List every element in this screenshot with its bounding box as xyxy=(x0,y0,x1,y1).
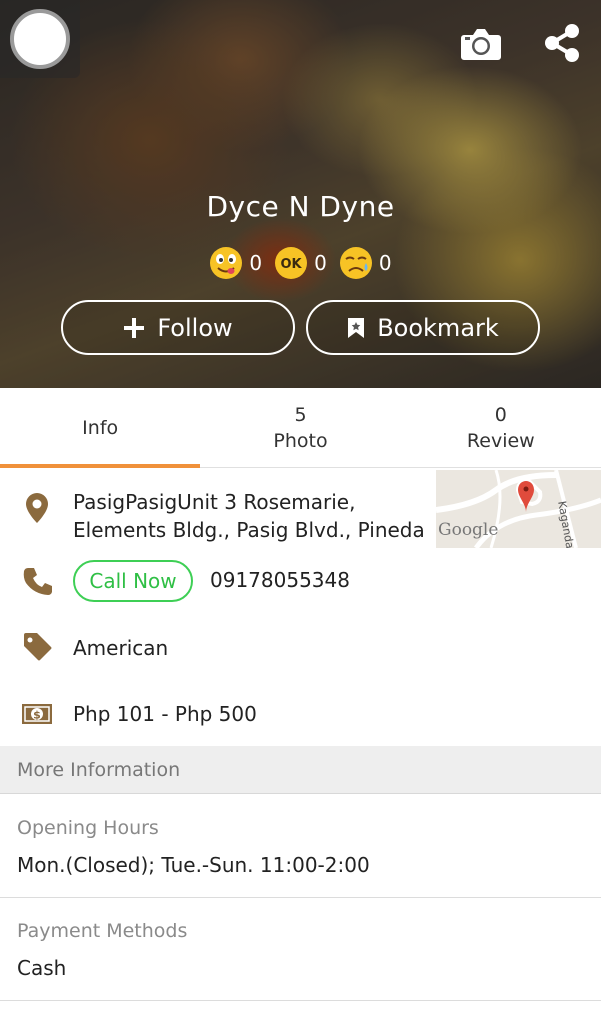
tag-icon xyxy=(20,632,54,662)
phone-icon xyxy=(20,566,54,596)
plus-icon xyxy=(123,317,145,339)
reactions-bar: 0 OK 0 0 xyxy=(0,246,601,280)
cuisine-text: American xyxy=(73,636,169,660)
follow-label: Follow xyxy=(157,313,233,342)
reaction-ok[interactable]: OK 0 xyxy=(274,246,327,280)
opening-hours-value: Mon.(Closed); Tue.-Sun. 11:00-2:00 xyxy=(17,853,370,877)
location-pin-icon xyxy=(20,492,54,524)
cuisine-row: American xyxy=(0,620,601,676)
payment-methods-value: Cash xyxy=(17,956,67,980)
restaurant-cover-photo[interactable]: Dyce N Dyne 0 OK 0 0 Follow Bookmark xyxy=(0,0,601,388)
tab-bar: Info 5 Photo 0 Review xyxy=(0,388,601,468)
sad-face-icon xyxy=(339,247,372,279)
reaction-yummy[interactable]: 0 xyxy=(209,246,262,280)
avatar[interactable] xyxy=(10,9,70,69)
tab-photo[interactable]: 5 Photo xyxy=(200,388,400,467)
map-thumbnail[interactable]: Google Kagandal xyxy=(436,470,601,548)
tab-review[interactable]: 0 Review xyxy=(401,388,601,467)
bookmark-label: Bookmark xyxy=(377,313,499,342)
bookmark-icon xyxy=(347,317,365,339)
map-google-label: Google xyxy=(438,520,499,540)
money-icon: $ xyxy=(20,703,54,725)
address-text: PasigPasigUnit 3 Rosemarie, Elements Bld… xyxy=(73,490,425,542)
ok-badge-icon: OK xyxy=(275,247,308,279)
share-icon[interactable] xyxy=(541,22,583,64)
more-information-header: More Information xyxy=(0,746,601,794)
payment-methods-label: Payment Methods xyxy=(17,920,188,942)
call-now-button[interactable]: Call Now xyxy=(73,560,193,602)
restaurant-name: Dyce N Dyne xyxy=(206,190,395,223)
opening-hours-label: Opening Hours xyxy=(17,817,159,839)
payment-methods-section: Payment Methods Cash xyxy=(0,898,601,1001)
avatar-container[interactable] xyxy=(0,0,80,78)
phone-number: 09178055348 xyxy=(210,568,350,592)
camera-icon[interactable] xyxy=(460,26,502,62)
price-range-text: Php 101 - Php 500 xyxy=(73,702,257,726)
reaction-sad[interactable]: 0 xyxy=(339,246,392,280)
opening-hours-section: Opening Hours Mon.(Closed); Tue.-Sun. 11… xyxy=(0,795,601,898)
svg-text:OK: OK xyxy=(281,257,303,272)
phone-row: Call Now 09178055348 xyxy=(0,552,601,614)
yummy-face-icon xyxy=(210,247,243,279)
price-row: $ Php 101 - Php 500 xyxy=(0,686,601,742)
bookmark-button[interactable]: Bookmark xyxy=(306,300,540,355)
follow-button[interactable]: Follow xyxy=(61,300,295,355)
tab-info[interactable]: Info xyxy=(0,388,201,468)
svg-text:$: $ xyxy=(33,709,41,722)
